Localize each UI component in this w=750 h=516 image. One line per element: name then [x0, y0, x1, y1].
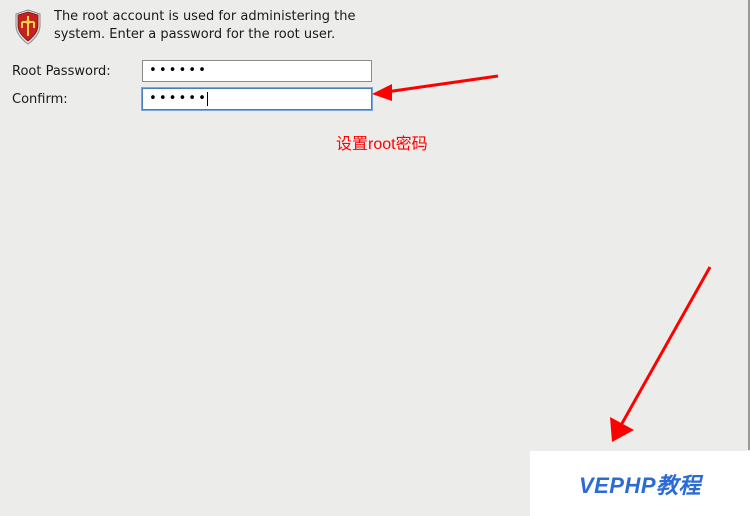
header-row: The root account is used for administeri…: [12, 8, 738, 46]
description-text: The root account is used for administeri…: [54, 8, 374, 44]
root-shield-icon: [12, 8, 44, 46]
password-label: Root Password:: [12, 64, 142, 79]
root-password-input[interactable]: ••••••: [142, 60, 372, 82]
confirm-password-input[interactable]: ••••••: [142, 88, 372, 110]
annotation-arrow-2-icon: [600, 262, 720, 456]
text-cursor: [207, 92, 208, 106]
password-value: ••••••: [149, 63, 208, 78]
annotation-arrow-icon: [368, 68, 508, 112]
confirm-value: ••••••: [149, 91, 208, 106]
annotation-text: 设置root密码: [336, 130, 428, 154]
watermark-text: VEPHP教程: [579, 468, 701, 500]
watermark-box: VEPHP教程: [530, 451, 750, 516]
confirm-label: Confirm:: [12, 92, 142, 107]
